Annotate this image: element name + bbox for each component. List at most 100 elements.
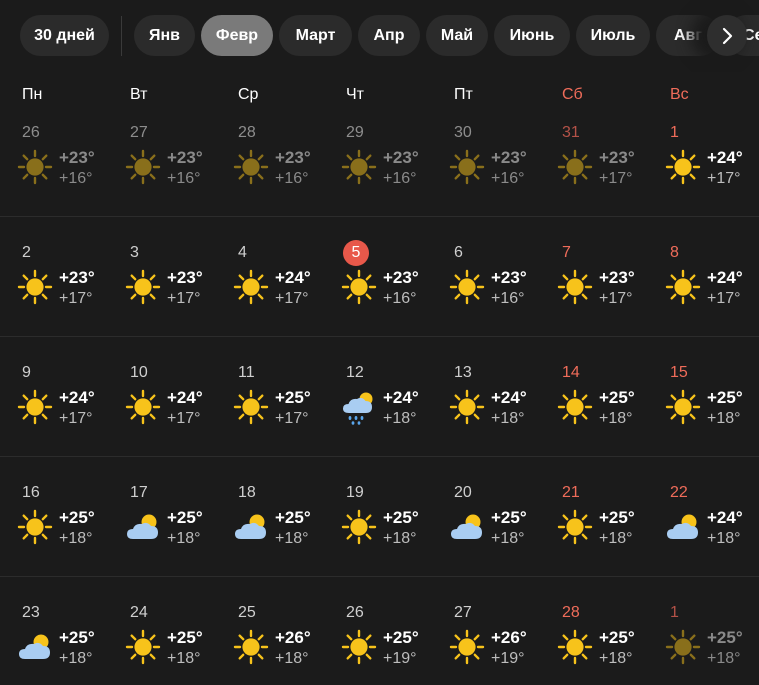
day-cell[interactable]: 3 +23° +17°: [108, 244, 216, 324]
sun-icon: [557, 149, 593, 185]
day-cell[interactable]: 17 +25° +18°: [108, 484, 216, 564]
temp-low: +18°: [167, 530, 201, 547]
day-cell[interactable]: 2 +23° +17°: [0, 244, 108, 324]
weekday-label: Чт: [346, 86, 364, 103]
day-number: 25: [238, 604, 256, 621]
partly-cloudy-icon: [17, 629, 53, 665]
temp-low: +19°: [491, 650, 525, 667]
sun-icon: [665, 389, 701, 425]
day-cell[interactable]: 28 +25° +18°: [540, 604, 648, 684]
row-divider: [0, 576, 759, 577]
temp-low: +17°: [275, 290, 309, 307]
sun-icon: [449, 629, 485, 665]
temp-low: +18°: [599, 410, 633, 427]
weekday-label: Сб: [562, 86, 583, 103]
tab-june[interactable]: Июнь: [494, 15, 570, 56]
temp-low: +18°: [167, 650, 201, 667]
temp-low: +16°: [59, 170, 93, 187]
day-cell[interactable]: 13 +24° +18°: [432, 364, 540, 444]
day-cell[interactable]: 4 +24° +17°: [216, 244, 324, 324]
tab-may[interactable]: Май: [426, 15, 488, 56]
day-cell[interactable]: 6 +23° +16°: [432, 244, 540, 324]
day-number: 1: [670, 604, 679, 621]
weekday-label: Ср: [238, 86, 259, 103]
day-cell[interactable]: 25 +26° +18°: [216, 604, 324, 684]
day-cell[interactable]: 27 +26° +19°: [432, 604, 540, 684]
row-divider: [0, 456, 759, 457]
day-number: 27: [130, 124, 148, 141]
day-cell[interactable]: 5 +23° +16°: [324, 240, 432, 324]
next-months-button[interactable]: [707, 15, 747, 56]
temp-low: +18°: [599, 530, 633, 547]
temp-high: +24°: [707, 148, 743, 167]
day-cell[interactable]: 19 +25° +18°: [324, 484, 432, 564]
temp-high: +23°: [167, 148, 203, 167]
day-cell[interactable]: 7 +23° +17°: [540, 244, 648, 324]
sun-icon: [341, 149, 377, 185]
day-cell[interactable]: 21 +25° +18°: [540, 484, 648, 564]
month-tabs-bar: 30 дней Янв Февр Март Апр Май Июнь Июль …: [0, 0, 759, 72]
sun-icon: [125, 149, 161, 185]
temp-low: +18°: [59, 530, 93, 547]
day-cell[interactable]: 20 +25° +18°: [432, 484, 540, 564]
day-cell[interactable]: 18 +25° +18°: [216, 484, 324, 564]
day-cell[interactable]: 26 +25° +19°: [324, 604, 432, 684]
temp-low: +17°: [167, 410, 201, 427]
day-cell[interactable]: 30 +23° +16°: [432, 124, 540, 204]
temp-high: +25°: [599, 508, 635, 527]
day-cell[interactable]: 31 +23° +17°: [540, 124, 648, 204]
temp-low: +17°: [707, 170, 741, 187]
temp-high: +23°: [491, 268, 527, 287]
sun-icon: [341, 269, 377, 305]
temp-low: +16°: [275, 170, 309, 187]
day-cell[interactable]: 29 +23° +16°: [324, 124, 432, 204]
day-cell[interactable]: 24 +25° +18°: [108, 604, 216, 684]
sun-icon: [665, 269, 701, 305]
day-number: 22: [670, 484, 688, 501]
day-cell[interactable]: 10 +24° +17°: [108, 364, 216, 444]
temp-low: +18°: [383, 530, 417, 547]
day-cell[interactable]: 14 +25° +18°: [540, 364, 648, 444]
day-number: 27: [454, 604, 472, 621]
sun-icon: [233, 389, 269, 425]
day-cell[interactable]: 1 +24° +17°: [648, 124, 756, 204]
temp-low: +18°: [59, 650, 93, 667]
day-number: 7: [562, 244, 571, 261]
tab-july[interactable]: Июль: [576, 15, 650, 56]
weekday-label: Пн: [22, 86, 43, 103]
day-cell[interactable]: 16 +25° +18°: [0, 484, 108, 564]
temp-high: +25°: [59, 628, 95, 647]
day-number: 24: [130, 604, 148, 621]
today-day-number: 5: [343, 240, 369, 266]
tab-january[interactable]: Янв: [134, 15, 195, 56]
tab-march[interactable]: Март: [279, 15, 352, 56]
sun-icon: [665, 149, 701, 185]
day-cell[interactable]: 11 +25° +17°: [216, 364, 324, 444]
temp-low: +16°: [167, 170, 201, 187]
tab-april[interactable]: Апр: [358, 15, 420, 56]
day-cell[interactable]: 12 +24° +18°: [324, 364, 432, 444]
temp-high: +25°: [275, 388, 311, 407]
temp-low: +18°: [275, 650, 309, 667]
day-cell[interactable]: 15 +25° +18°: [648, 364, 756, 444]
day-cell[interactable]: 23 +25° +18°: [0, 604, 108, 684]
temp-low: +18°: [491, 530, 525, 547]
day-cell[interactable]: 1 +25° +18°: [648, 604, 756, 684]
day-cell[interactable]: 28 +23° +16°: [216, 124, 324, 204]
day-cell[interactable]: 26 +23° +16°: [0, 124, 108, 204]
rain-cloud-sun-icon: [341, 389, 377, 425]
day-cell[interactable]: 22 +24° +18°: [648, 484, 756, 564]
day-number: 13: [454, 364, 472, 381]
tab-30-days[interactable]: 30 дней: [20, 15, 109, 56]
day-cell[interactable]: 9 +24° +17°: [0, 364, 108, 444]
day-number: 26: [22, 124, 40, 141]
temp-high: +23°: [275, 148, 311, 167]
tab-february[interactable]: Февр: [201, 15, 273, 56]
sun-icon: [125, 269, 161, 305]
temp-high: +25°: [383, 628, 419, 647]
day-cell[interactable]: 27 +23° +16°: [108, 124, 216, 204]
partly-cloudy-icon: [449, 509, 485, 545]
day-cell[interactable]: 8 +24° +17°: [648, 244, 756, 324]
temp-low: +18°: [491, 410, 525, 427]
day-number: 31: [562, 124, 580, 141]
